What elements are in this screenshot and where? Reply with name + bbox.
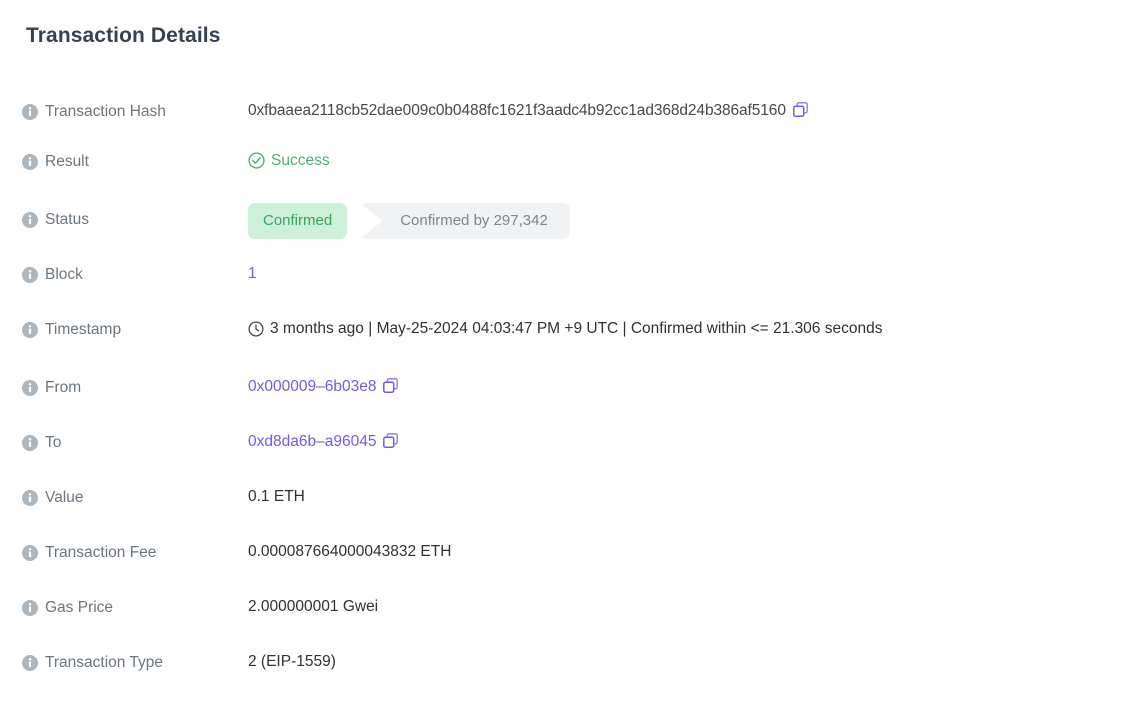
result-value: Success <box>271 152 330 169</box>
label-transaction-hash: Transaction Hash <box>45 103 166 120</box>
value-cell-transaction-hash: 0xfbaaea2118cb52dae009c0b0488fc1621f3aad… <box>248 95 1117 126</box>
copy-icon[interactable] <box>792 102 808 117</box>
value-cell-block: 1 <box>248 258 1117 289</box>
block-number-link[interactable]: 1 <box>248 265 257 282</box>
label-block: Block <box>45 266 83 283</box>
page-title: Transaction Details <box>26 24 221 47</box>
row-timestamp: Timestamp 3 months ago | May-25-2024 04:… <box>22 313 1117 348</box>
from-address-link[interactable]: 0x000009–6b03e8 <box>248 378 376 395</box>
row-to: To 0xd8da6b–a96045 <box>22 426 1117 458</box>
row-status: Status Confirmed Confirmed by 297,342 <box>22 203 1117 239</box>
info-icon[interactable] <box>22 267 38 283</box>
label-cell-transaction-fee: Transaction Fee <box>22 536 248 568</box>
value-cell-amount: 0.1 ETH <box>248 481 1117 512</box>
transaction-details-list: Transaction Hash 0xfbaaea2118cb52dae009c… <box>22 95 1117 678</box>
row-transaction-fee: Transaction Fee 0.000087664000043832 ETH <box>22 536 1117 568</box>
info-icon[interactable] <box>22 212 38 228</box>
copy-icon[interactable] <box>383 432 399 448</box>
label-gas-price: Gas Price <box>45 598 114 616</box>
label-cell-gas-price: Gas Price <box>22 591 248 623</box>
value-cell-transaction-type: 2 (EIP-1559) <box>248 646 1117 677</box>
label-status: Status <box>45 211 89 228</box>
transaction-fee-value: 0.000087664000043832 ETH <box>248 542 452 560</box>
gas-price-value: 2.000000001 Gwei <box>248 597 379 615</box>
row-gas-price: Gas Price 2.000000001 Gwei <box>22 591 1117 623</box>
info-icon[interactable] <box>22 379 38 396</box>
info-icon[interactable] <box>22 154 38 170</box>
row-transaction-type: Transaction Type 2 (EIP-1559) <box>22 646 1117 678</box>
to-address-link[interactable]: 0xd8da6b–a96045 <box>248 433 376 450</box>
timestamp-value: 3 months ago | May-25-2024 04:03:47 PM +… <box>270 320 883 337</box>
label-to: To <box>45 433 62 451</box>
row-transaction-hash: Transaction Hash 0xfbaaea2118cb52dae009c… <box>22 95 1117 127</box>
row-result: Result Success <box>22 145 1117 180</box>
label-transaction-fee: Transaction Fee <box>45 543 157 561</box>
label-timestamp: Timestamp <box>45 321 122 338</box>
row-block: Block 1 <box>22 258 1117 290</box>
label-value: Value <box>45 488 84 506</box>
row-value: Value 0.1 ETH <box>22 481 1117 513</box>
label-cell-block: Block <box>22 258 248 290</box>
info-icon[interactable] <box>22 322 38 338</box>
timestamp-value-group: 3 months ago | May-25-2024 04:03:47 PM +… <box>248 313 882 344</box>
info-icon[interactable] <box>22 599 38 616</box>
label-from: From <box>45 378 82 396</box>
value-cell-transaction-fee: 0.000087664000043832 ETH <box>248 536 1117 567</box>
value-cell-status: Confirmed Confirmed by 297,342 <box>248 203 1117 239</box>
label-cell-to: To <box>22 426 248 458</box>
status-badge-group: Confirmed Confirmed by 297,342 <box>248 203 570 239</box>
status-badge-confirmations: Confirmed by 297,342 <box>360 203 570 239</box>
status-badge-confirmed: Confirmed <box>248 203 348 239</box>
info-icon[interactable] <box>22 544 38 561</box>
value-cell-result: Success <box>248 145 1117 180</box>
label-result: Result <box>45 153 89 170</box>
info-icon[interactable] <box>22 104 38 120</box>
info-icon[interactable] <box>22 489 38 506</box>
value-cell-to: 0xd8da6b–a96045 <box>248 426 1117 457</box>
transaction-details-page: Transaction Details Transaction Hash 0xf… <box>0 0 1139 720</box>
transaction-hash-value: 0xfbaaea2118cb52dae009c0b0488fc1621f3aad… <box>248 102 786 119</box>
result-status: Success <box>248 145 330 176</box>
copy-icon[interactable] <box>383 377 399 393</box>
value-amount: 0.1 ETH <box>248 487 305 505</box>
info-icon[interactable] <box>22 654 38 671</box>
label-cell-value: Value <box>22 481 248 513</box>
label-transaction-type: Transaction Type <box>45 653 164 671</box>
label-cell-from: From <box>22 371 248 403</box>
value-cell-gas-price: 2.000000001 Gwei <box>248 591 1117 622</box>
label-cell-transaction-hash: Transaction Hash <box>22 95 248 127</box>
value-cell-from: 0x000009–6b03e8 <box>248 371 1117 402</box>
label-cell-timestamp: Timestamp <box>22 313 248 345</box>
label-cell-status: Status <box>22 203 248 235</box>
info-icon[interactable] <box>22 434 38 451</box>
label-cell-transaction-type: Transaction Type <box>22 646 248 678</box>
circle-check-icon <box>248 152 265 169</box>
value-cell-timestamp: 3 months ago | May-25-2024 04:03:47 PM +… <box>248 313 1117 348</box>
clock-icon <box>248 320 264 337</box>
row-from: From 0x000009–6b03e8 <box>22 371 1117 403</box>
label-cell-result: Result <box>22 145 248 177</box>
transaction-type-value: 2 (EIP-1559) <box>248 652 336 670</box>
